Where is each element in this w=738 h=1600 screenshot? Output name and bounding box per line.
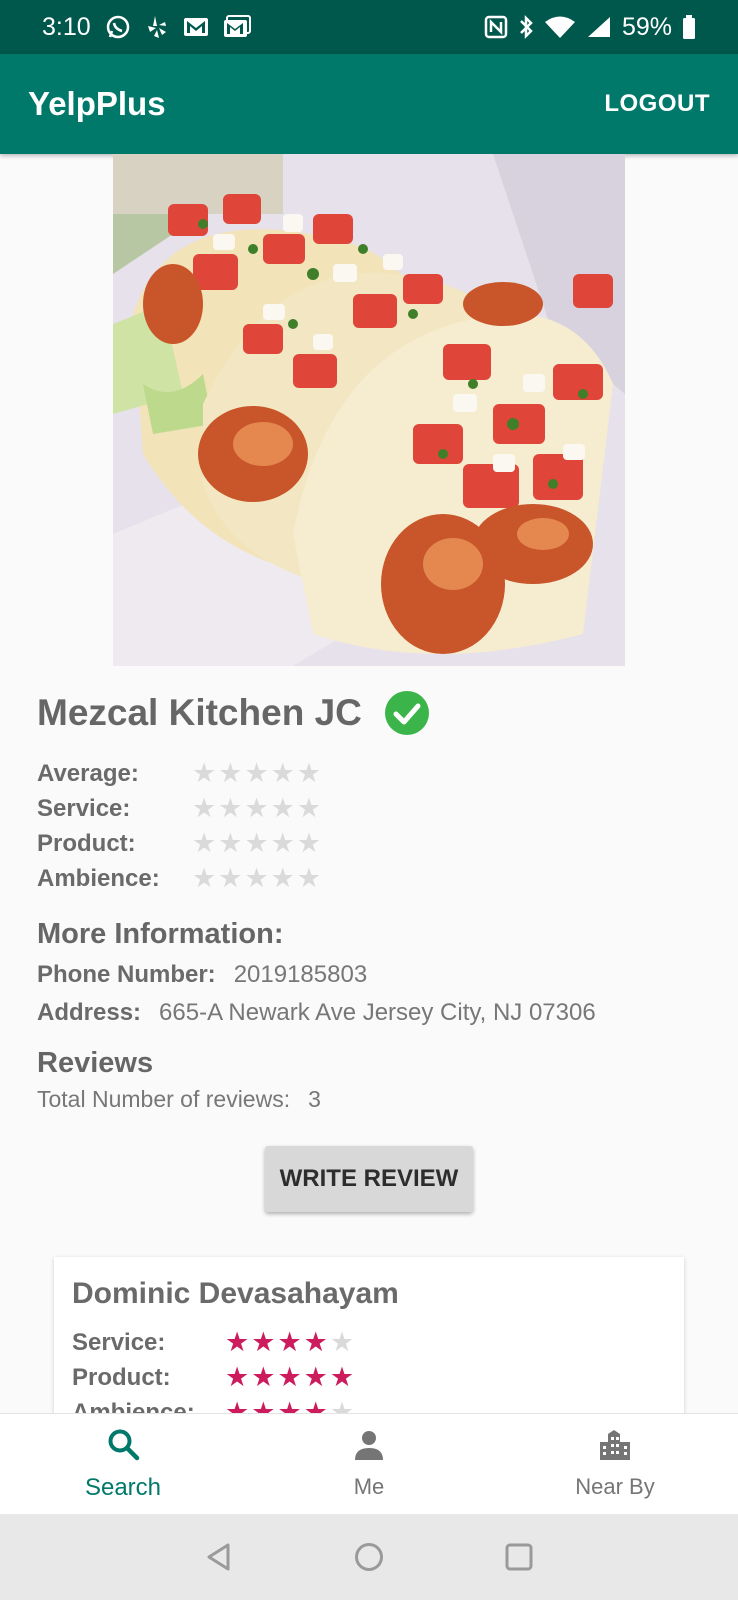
status-bar: 3:10 59%: [0, 0, 738, 54]
star-rating: ★ ★ ★ ★ ★: [225, 1364, 354, 1391]
yelp-icon: [145, 14, 169, 40]
star-empty-icon: ★: [296, 828, 322, 858]
star-empty-icon: ★: [218, 828, 243, 858]
business-name: Mezcal Kitchen JC: [37, 692, 362, 733]
star-empty-icon: ★: [218, 863, 243, 893]
star-filled-icon: ★: [303, 1362, 328, 1392]
rating-label: Average:: [37, 759, 139, 787]
rating-label: Service:: [72, 1328, 166, 1356]
review-card: Dominic Devasahayam Service: ★ ★ ★ ★ ★ Produ…: [54, 1257, 684, 1417]
rating-label: Product:: [72, 1363, 171, 1391]
more-information-title: More Information:: [37, 918, 284, 950]
address-row: Address: 665-A Newark Ave Jersey City, N…: [37, 999, 707, 1027]
search-icon: [106, 1427, 140, 1468]
star-empty-icon: ★: [329, 1327, 355, 1357]
rating-average: Average: ★ ★ ★ ★ ★: [37, 756, 707, 791]
star-empty-icon: ★: [296, 863, 322, 893]
whatsapp-icon: [105, 14, 131, 40]
cell-signal-icon: [586, 15, 612, 39]
gmail-icon: [223, 15, 251, 39]
gmail-icon: [183, 17, 209, 37]
star-empty-icon: ★: [296, 793, 322, 823]
star-empty-icon: ★: [244, 758, 269, 788]
star-empty-icon: ★: [244, 828, 269, 858]
reviews-count-value: 3: [308, 1086, 321, 1112]
review-rating-product: Product: ★ ★ ★ ★ ★: [72, 1360, 666, 1395]
reviewer-name: Dominic Devasahayam: [72, 1277, 399, 1310]
system-navigation-bar: [0, 1514, 738, 1600]
star-empty-icon: ★: [192, 863, 217, 893]
write-review-button[interactable]: WRITE REVIEW: [265, 1146, 473, 1212]
reviews-count-label: Total Number of reviews:: [37, 1086, 291, 1112]
reviews-count-row: Total Number of reviews: 3: [37, 1086, 707, 1113]
star-empty-icon: ★: [296, 758, 322, 788]
bottom-navigation: Search Me Near By: [0, 1413, 738, 1514]
app-title: YelpPlus: [28, 85, 166, 122]
star-filled-icon: ★: [277, 1362, 302, 1392]
business-ratings: Average: ★ ★ ★ ★ ★ Service: ★ ★ ★ ★ ★ Product: ★…: [37, 756, 707, 896]
home-icon[interactable]: [349, 1537, 389, 1577]
star-filled-icon: ★: [277, 1327, 302, 1357]
star-filled-icon: ★: [225, 1327, 250, 1357]
star-empty-icon: ★: [192, 828, 217, 858]
business-photo: [113, 154, 625, 666]
nav-label: Near By: [575, 1474, 655, 1499]
star-rating[interactable]: ★ ★ ★ ★ ★: [192, 830, 321, 857]
business-details: Mezcal Kitchen JC Average: ★ ★ ★ ★ ★ Service…: [37, 680, 707, 1113]
verified-check-icon: [384, 690, 430, 736]
star-empty-icon: ★: [270, 828, 295, 858]
person-icon: [352, 1428, 386, 1468]
star-empty-icon: ★: [270, 863, 295, 893]
star-filled-icon: ★: [251, 1362, 276, 1392]
battery-icon: [682, 14, 696, 40]
phone-row: Phone Number: 2019185803: [37, 961, 707, 989]
star-empty-icon: ★: [270, 758, 295, 788]
rating-label: Service:: [37, 794, 131, 822]
star-empty-icon: ★: [244, 793, 269, 823]
star-filled-icon: ★: [303, 1327, 328, 1357]
star-empty-icon: ★: [192, 758, 217, 788]
rating-service: Service: ★ ★ ★ ★ ★: [37, 791, 707, 826]
address-label: Address:: [37, 999, 142, 1026]
nav-item-me[interactable]: Me: [246, 1414, 492, 1514]
nav-label: Search: [84, 1473, 162, 1501]
bluetooth-icon: [518, 14, 534, 40]
star-empty-icon: ★: [218, 793, 243, 823]
address-value[interactable]: 665-A Newark Ave Jersey City, NJ 07306: [159, 999, 596, 1027]
city-icon: [598, 1428, 632, 1468]
nav-item-near-by[interactable]: Near By: [492, 1414, 738, 1514]
star-rating[interactable]: ★ ★ ★ ★ ★: [192, 760, 321, 787]
logout-button[interactable]: LOGOUT: [604, 90, 710, 118]
reviews-title: Reviews: [37, 1047, 154, 1079]
star-empty-icon: ★: [192, 793, 217, 823]
nfc-icon: [484, 15, 508, 39]
rating-ambience: Ambience: ★ ★ ★ ★ ★: [37, 861, 707, 896]
star-filled-icon: ★: [251, 1327, 276, 1357]
wifi-icon: [544, 15, 576, 39]
phone-number[interactable]: 2019185803: [234, 961, 367, 989]
star-rating: ★ ★ ★ ★ ★: [225, 1329, 354, 1356]
star-empty-icon: ★: [244, 863, 269, 893]
star-rating[interactable]: ★ ★ ★ ★ ★: [192, 865, 321, 892]
star-filled-icon: ★: [329, 1362, 355, 1392]
review-rating-service: Service: ★ ★ ★ ★ ★: [72, 1325, 666, 1360]
recents-icon[interactable]: [499, 1537, 539, 1577]
battery-percent: 59%: [621, 12, 672, 41]
status-time: 3:10: [42, 12, 91, 41]
rating-label: Product:: [37, 829, 136, 857]
rating-product: Product: ★ ★ ★ ★ ★: [37, 826, 707, 861]
nav-label: Me: [353, 1474, 385, 1499]
star-rating[interactable]: ★ ★ ★ ★ ★: [192, 795, 321, 822]
nav-item-search[interactable]: Search: [0, 1414, 246, 1514]
rating-label: Ambience:: [37, 864, 160, 892]
phone-label: Phone Number:: [37, 961, 216, 988]
app-bar: YelpPlus LOGOUT: [0, 54, 738, 154]
star-empty-icon: ★: [270, 793, 295, 823]
star-empty-icon: ★: [218, 758, 243, 788]
star-filled-icon: ★: [225, 1362, 250, 1392]
business-header: Mezcal Kitchen JC: [37, 680, 707, 746]
back-icon[interactable]: [199, 1537, 239, 1577]
